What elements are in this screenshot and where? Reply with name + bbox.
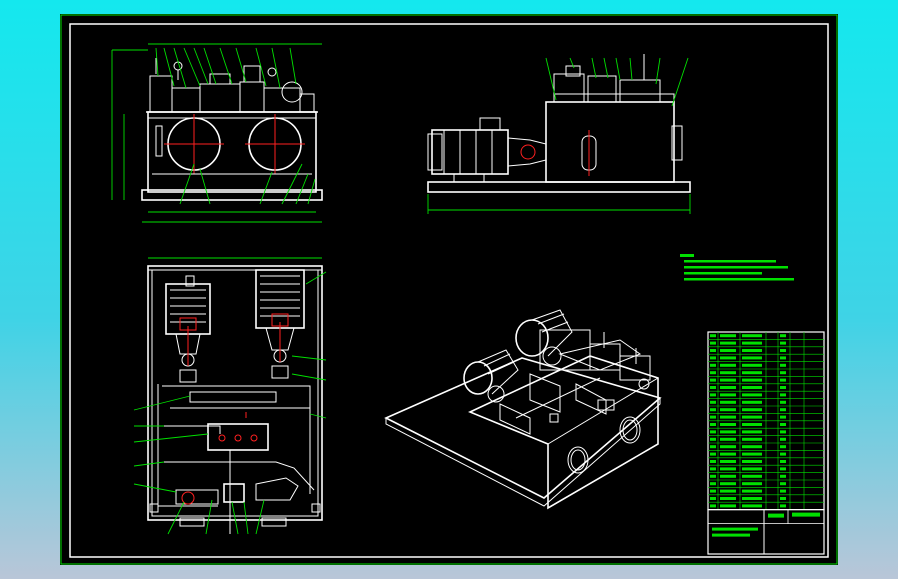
plan-view — [133, 257, 327, 535]
front-elevation — [111, 43, 323, 223]
drawing-sheet — [60, 14, 838, 565]
cad-drawing — [60, 14, 838, 565]
side-elevation — [427, 54, 691, 214]
title-block — [707, 331, 825, 555]
isometric-view — [384, 309, 662, 510]
technical-notes — [680, 254, 794, 281]
